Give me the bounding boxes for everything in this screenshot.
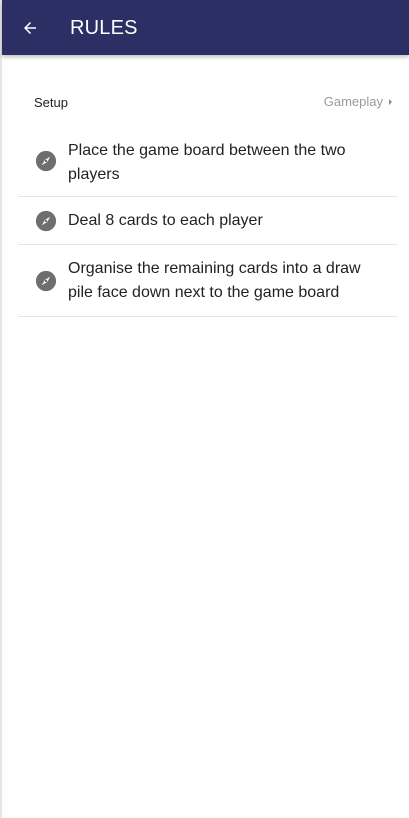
compass-icon (35, 270, 57, 292)
page-title: RULES (70, 17, 138, 39)
window-edge (0, 0, 2, 818)
list-item: Organise the remaining cards into a draw… (18, 245, 397, 317)
next-section-label: Gameplay (323, 94, 383, 109)
list-item: Deal 8 cards to each player (18, 197, 397, 245)
compass-icon (35, 150, 57, 172)
compass-icon (35, 210, 57, 232)
rule-text: Place the game board between the two pla… (68, 142, 346, 183)
current-section-label: Setup (34, 95, 68, 110)
rules-list: Place the game board between the two pla… (18, 139, 397, 317)
next-section-link[interactable]: Gameplay (324, 94, 392, 110)
rule-text: Organise the remaining cards into a draw… (68, 260, 361, 301)
arrow-left-icon (24, 22, 36, 34)
section-nav: Setup Gameplay (18, 55, 397, 139)
back-button[interactable] (18, 16, 42, 40)
caret-right-icon (389, 99, 392, 105)
rules-content: Setup Gameplay Place the game board betw… (18, 55, 397, 317)
app-bar: RULES (2, 0, 409, 55)
rule-text: Deal 8 cards to each player (68, 212, 263, 229)
list-item: Place the game board between the two pla… (18, 139, 397, 197)
